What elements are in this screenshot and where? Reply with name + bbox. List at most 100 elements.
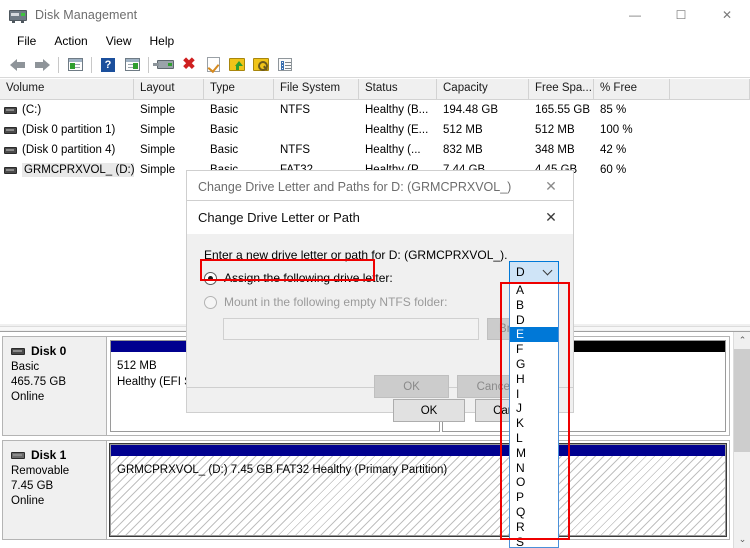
toolbar-separator — [148, 56, 149, 73]
disk0-size: 465.75 GB — [11, 376, 66, 388]
disk1-type: Removable — [11, 465, 70, 477]
dropdown-option-g[interactable]: G — [510, 357, 558, 372]
disk1-partitions: GRMCPRXVOL_ (D:) 7.45 GB FAT32 Healthy (… — [107, 441, 729, 539]
dropdown-option-j[interactable]: J — [510, 401, 558, 416]
table-row[interactable]: (Disk 0 partition 4) Simple Basic NTFS H… — [0, 140, 750, 160]
column-header-layout[interactable]: Layout — [134, 79, 204, 99]
graphical-view-scrollbar[interactable]: ⌃ ⌄ — [733, 332, 750, 548]
menu-file[interactable]: File — [8, 32, 45, 50]
cell-percent-free: 85 % — [600, 104, 627, 116]
maximize-button[interactable]: ☐ — [658, 0, 704, 30]
cell-volume: GRMCPRXVOL_ (D:) — [0, 163, 134, 177]
drive-letter-selected-value: D — [516, 265, 525, 279]
inner-dialog-title: Change Drive Letter or Path — [187, 201, 573, 234]
drive-letter-dropdown-list[interactable]: ABDEFGHIJKLMNOPQRSTUV — [509, 283, 559, 548]
disk0-title: Disk 0 — [11, 344, 106, 358]
dropdown-option-l[interactable]: L — [510, 431, 558, 446]
mount-path-input[interactable] — [223, 318, 479, 340]
radio-indicator-mount — [204, 295, 217, 309]
cell-file-system: NTFS — [280, 104, 311, 116]
dropdown-option-m[interactable]: M — [510, 446, 558, 461]
scroll-down-icon[interactable]: ⌄ — [734, 531, 750, 548]
dropdown-option-i[interactable]: I — [510, 387, 558, 402]
column-header-volume[interactable]: Volume — [0, 79, 134, 99]
partition-grmcprxvol-status: Healthy (Primary Partition) — [312, 464, 448, 476]
show-hide-action-pane-icon[interactable] — [120, 54, 144, 76]
dropdown-option-b[interactable]: B — [510, 298, 558, 313]
show-details-icon[interactable] — [273, 54, 297, 76]
partition-grmcprxvol[interactable]: GRMCPRXVOL_ (D:) 7.45 GB FAT32 Healthy (… — [109, 443, 727, 537]
scroll-up-icon[interactable]: ⌃ — [734, 332, 750, 349]
cell-volume: (C:) — [0, 104, 134, 116]
column-header-free-space[interactable]: Free Spa... — [529, 79, 594, 99]
dropdown-option-f[interactable]: F — [510, 342, 558, 357]
cell-percent-free: 42 % — [600, 144, 627, 156]
mount-ntfs-folder-label: Mount in the following empty NTFS folder… — [224, 295, 448, 309]
inner-ok-button[interactable]: OK — [374, 375, 449, 398]
volume-icon — [4, 126, 17, 134]
back-arrow-icon[interactable] — [6, 54, 30, 76]
menu-help[interactable]: Help — [141, 32, 184, 50]
disk0-type: Basic — [11, 361, 40, 373]
assign-drive-letter-radio[interactable]: Assign the following drive letter: — [204, 271, 393, 285]
dropdown-option-r[interactable]: R — [510, 520, 558, 535]
cell-status: Healthy (E... — [365, 124, 429, 136]
outer-ok-button[interactable]: OK — [393, 399, 465, 422]
dropdown-option-h[interactable]: H — [510, 372, 558, 387]
disk-management-window: Disk Management — ☐ ✕ File Action View H… — [0, 0, 750, 548]
delete-icon[interactable]: ✖ — [177, 54, 201, 76]
close-button[interactable]: ✕ — [704, 0, 750, 30]
chevron-down-icon — [544, 267, 552, 275]
forward-arrow-icon[interactable] — [30, 54, 54, 76]
cell-status: Healthy (... — [365, 144, 421, 156]
column-header-percent-free[interactable]: % Free — [594, 79, 670, 99]
partition-grmcprxvol-body: GRMCPRXVOL_ (D:) 7.45 GB FAT32 Healthy (… — [111, 456, 725, 535]
disk1-state: Online — [11, 495, 45, 507]
rescan-disks-icon[interactable] — [152, 54, 177, 76]
help-icon[interactable]: ? — [96, 54, 120, 76]
table-row[interactable]: (Disk 0 partition 1) Simple Basic Health… — [0, 120, 750, 140]
inner-dialog-close-icon[interactable]: ✕ — [529, 201, 573, 234]
drive-letter-combobox[interactable]: D — [509, 261, 559, 283]
cell-volume: (Disk 0 partition 1) — [0, 124, 134, 136]
menu-action[interactable]: Action — [45, 32, 96, 50]
dropdown-option-e[interactable]: E — [510, 327, 558, 343]
dropdown-option-n[interactable]: N — [510, 461, 558, 476]
cell-volume-label: (C:) — [22, 104, 42, 116]
dropdown-option-o[interactable]: O — [510, 475, 558, 490]
column-header-file-system[interactable]: File System — [274, 79, 359, 99]
properties-check-icon[interactable] — [201, 54, 225, 76]
partition-grmcprxvol-label: GRMCPRXVOL_ (D:) — [117, 464, 228, 476]
disk1-name: Disk 1 — [31, 448, 67, 462]
disk-icon — [11, 451, 25, 459]
show-hide-console-tree-icon[interactable] — [63, 54, 87, 76]
outer-dialog-title: Change Drive Letter and Paths for D: (GR… — [187, 171, 573, 202]
find-icon[interactable] — [249, 54, 273, 76]
disk-panel-disk1[interactable]: Disk 1 Removable 7.45 GB Online GRMCPRXV… — [2, 440, 730, 540]
cell-status: Healthy (B... — [365, 104, 429, 116]
dropdown-option-q[interactable]: Q — [510, 505, 558, 520]
disk-icon — [11, 347, 25, 355]
column-header-capacity[interactable]: Capacity — [437, 79, 529, 99]
dropdown-option-k[interactable]: K — [510, 416, 558, 431]
column-header-blank[interactable] — [670, 79, 750, 99]
minimize-button[interactable]: — — [612, 0, 658, 30]
column-header-type[interactable]: Type — [204, 79, 274, 99]
mount-ntfs-folder-radio[interactable]: Mount in the following empty NTFS folder… — [204, 295, 447, 309]
column-header-status[interactable]: Status — [359, 79, 437, 99]
title-bar: Disk Management — ☐ ✕ — [0, 0, 750, 30]
menu-view[interactable]: View — [97, 32, 141, 50]
dropdown-option-d[interactable]: D — [510, 313, 558, 328]
dropdown-option-a[interactable]: A — [510, 283, 558, 298]
outer-dialog-close-icon[interactable]: ✕ — [529, 171, 573, 202]
toolbar: ? ✖ — [0, 52, 750, 78]
disk0-info: Disk 0 Basic 465.75 GB Online — [3, 337, 107, 435]
scrollbar-thumb[interactable] — [734, 349, 750, 452]
volume-icon — [4, 106, 17, 114]
export-list-icon[interactable] — [225, 54, 249, 76]
menu-bar: File Action View Help — [0, 30, 750, 52]
dropdown-option-p[interactable]: P — [510, 490, 558, 505]
dropdown-option-s[interactable]: S — [510, 535, 558, 547]
cell-volume-label: (Disk 0 partition 4) — [22, 144, 116, 156]
table-row[interactable]: (C:) Simple Basic NTFS Healthy (B... 194… — [0, 100, 750, 120]
